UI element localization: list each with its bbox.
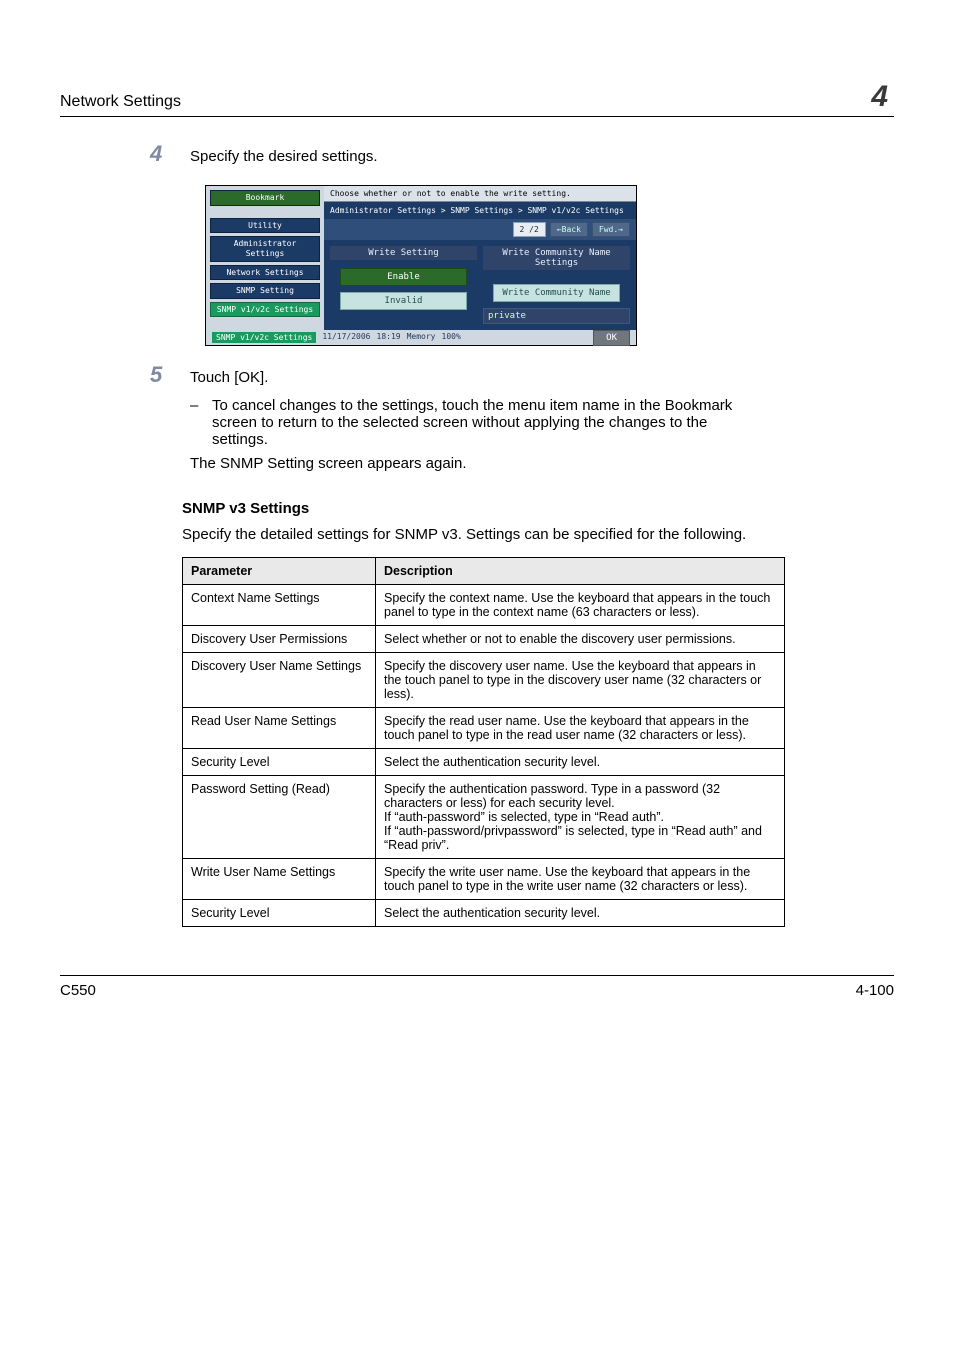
write-community-name-button[interactable]: Write Community Name bbox=[493, 284, 620, 302]
step-5: 5 Touch [OK]. – To cancel changes to the… bbox=[150, 362, 894, 482]
snmp-v3-table: Parameter Description Context Name Setti… bbox=[182, 557, 785, 927]
step-5-text: Touch [OK]. bbox=[190, 368, 742, 388]
status-time: 18:19 bbox=[377, 332, 401, 343]
table-row: Write User Name SettingsSpecify the writ… bbox=[183, 859, 785, 900]
table-row: Security LevelSelect the authentication … bbox=[183, 749, 785, 776]
bookmark-button[interactable]: Bookmark bbox=[210, 190, 320, 206]
runhead-chapter: 4 bbox=[871, 80, 888, 114]
ok-button[interactable]: OK bbox=[593, 330, 630, 346]
table-row: Security LevelSelect the authentication … bbox=[183, 900, 785, 927]
back-button[interactable]: ←Back bbox=[550, 222, 588, 237]
touchpanel-screenshot: Bookmark Utility Administrator Settings … bbox=[205, 185, 894, 346]
dash-icon: – bbox=[190, 397, 212, 448]
status-mem-label: Memory bbox=[407, 332, 436, 343]
breadcrumb: Administrator Settings > SNMP Settings >… bbox=[324, 202, 636, 219]
param-name: Security Level bbox=[183, 900, 376, 927]
table-row: Password Setting (Read)Specify the authe… bbox=[183, 776, 785, 859]
page-footer: C550 4-100 bbox=[60, 975, 894, 999]
pager: 2 /2 ←Back Fwd.→ bbox=[324, 219, 636, 240]
param-name: Discovery User Name Settings bbox=[183, 653, 376, 708]
status-bar: SNMP v1/v2c Settings 11/17/2006 18:19 Me… bbox=[212, 332, 461, 343]
step-number: 4 bbox=[150, 141, 190, 175]
step-number: 5 bbox=[150, 362, 190, 482]
step-4: 4 Specify the desired settings. bbox=[150, 141, 894, 175]
footer-model: C550 bbox=[60, 982, 96, 999]
enable-button[interactable]: Enable bbox=[340, 268, 467, 286]
status-date: 11/17/2006 bbox=[322, 332, 370, 343]
section-intro: Specify the detailed settings for SNMP v… bbox=[182, 525, 782, 545]
runhead-title: Network Settings bbox=[60, 93, 181, 111]
table-row: Read User Name SettingsSpecify the read … bbox=[183, 708, 785, 749]
step-5-subtext: To cancel changes to the settings, touch… bbox=[212, 397, 742, 448]
write-community-name-value: private bbox=[483, 308, 630, 324]
invalid-button[interactable]: Invalid bbox=[340, 292, 467, 310]
param-name: Security Level bbox=[183, 749, 376, 776]
param-desc: Select the authentication security level… bbox=[376, 749, 785, 776]
step-5-after: The SNMP Setting screen appears again. bbox=[190, 454, 742, 474]
nav-snmp-setting[interactable]: SNMP Setting bbox=[210, 283, 320, 299]
param-name: Password Setting (Read) bbox=[183, 776, 376, 859]
nav-utility[interactable]: Utility bbox=[210, 218, 320, 234]
screen-instruction: Choose whether or not to enable the writ… bbox=[324, 186, 636, 202]
param-desc: Specify the read user name. Use the keyb… bbox=[376, 708, 785, 749]
table-row: Discovery User PermissionsSelect whether… bbox=[183, 626, 785, 653]
table-row: Context Name SettingsSpecify the context… bbox=[183, 585, 785, 626]
nav-snmp-v1v2c-settings: SNMP v1/v2c Settings bbox=[210, 302, 320, 318]
status-snmp: SNMP v1/v2c Settings bbox=[212, 332, 316, 343]
section-heading: SNMP v3 Settings bbox=[182, 500, 894, 517]
param-desc: Specify the write user name. Use the key… bbox=[376, 859, 785, 900]
write-community-header: Write Community Name Settings bbox=[483, 246, 630, 270]
th-description: Description bbox=[376, 558, 785, 585]
param-name: Context Name Settings bbox=[183, 585, 376, 626]
forward-button[interactable]: Fwd.→ bbox=[592, 222, 630, 237]
table-row: Discovery User Name SettingsSpecify the … bbox=[183, 653, 785, 708]
param-name: Write User Name Settings bbox=[183, 859, 376, 900]
running-header: Network Settings 4 bbox=[60, 80, 894, 117]
nav-network-settings[interactable]: Network Settings bbox=[210, 265, 320, 281]
write-setting-header: Write Setting bbox=[330, 246, 477, 260]
param-desc: Specify the authentication password. Typ… bbox=[376, 776, 785, 859]
param-desc: Specify the context name. Use the keyboa… bbox=[376, 585, 785, 626]
page-indicator: 2 /2 bbox=[513, 222, 546, 237]
footer-page: 4-100 bbox=[856, 982, 894, 999]
th-parameter: Parameter bbox=[183, 558, 376, 585]
step-4-text: Specify the desired settings. bbox=[190, 147, 378, 167]
status-mem-value: 100% bbox=[442, 332, 461, 343]
param-desc: Specify the discovery user name. Use the… bbox=[376, 653, 785, 708]
param-name: Discovery User Permissions bbox=[183, 626, 376, 653]
param-name: Read User Name Settings bbox=[183, 708, 376, 749]
nav-admin-settings[interactable]: Administrator Settings bbox=[210, 236, 320, 261]
param-desc: Select whether or not to enable the disc… bbox=[376, 626, 785, 653]
param-desc: Select the authentication security level… bbox=[376, 900, 785, 927]
